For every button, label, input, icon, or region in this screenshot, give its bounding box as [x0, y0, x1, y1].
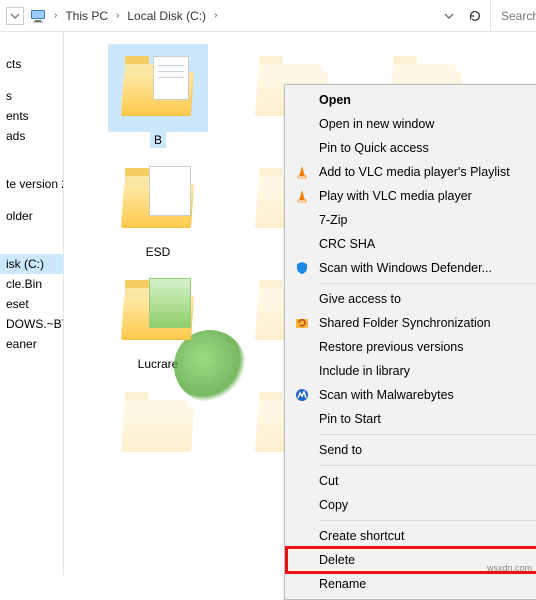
- menu-item-copy[interactable]: Copy: [287, 493, 536, 517]
- navigation-pane[interactable]: cts s ents ads te version 2 older isk (C…: [0, 32, 64, 575]
- menu-item-pin-quick-access[interactable]: Pin to Quick access: [287, 136, 536, 160]
- menu-item-cut[interactable]: Cut: [287, 469, 536, 493]
- menu-item-vlc-add-playlist[interactable]: Add to VLC media player's Playlist: [287, 160, 536, 184]
- folder-view[interactable]: B and s ESD: [64, 32, 536, 575]
- menu-separator: [319, 434, 536, 435]
- watermark-text: wsxdn.com: [487, 563, 532, 573]
- menu-item-crc-sha[interactable]: CRC SHA▶: [287, 232, 536, 256]
- folder-label: B: [150, 132, 166, 148]
- menu-item-send-to[interactable]: Send to▶: [287, 438, 536, 462]
- folder-icon: [121, 172, 195, 228]
- chevron-right-icon[interactable]: ›: [210, 10, 221, 21]
- breadcrumb-this-pc[interactable]: This PC: [61, 5, 112, 27]
- menu-separator: [319, 465, 536, 466]
- menu-item-7zip[interactable]: 7-Zip▶: [287, 208, 536, 232]
- folder-icon: [121, 60, 195, 116]
- menu-item-open[interactable]: Open: [287, 88, 536, 112]
- folder-icon: [121, 396, 195, 452]
- vlc-icon: [293, 163, 311, 181]
- chevron-right-icon[interactable]: ›: [112, 10, 123, 21]
- sidebar-item[interactable]: DOWS.~BT: [0, 314, 63, 334]
- address-history-dropdown[interactable]: [438, 7, 460, 25]
- menu-separator: [319, 520, 536, 521]
- folder-item-B[interactable]: B: [108, 44, 208, 148]
- folder-item-ESD[interactable]: ESD: [108, 156, 208, 260]
- context-menu: Open Open in new window Pin to Quick acc…: [284, 84, 536, 600]
- breadcrumb-local-disk[interactable]: Local Disk (C:): [123, 5, 210, 27]
- malwarebytes-icon: [293, 386, 311, 404]
- this-pc-icon: [30, 8, 46, 24]
- sidebar-item[interactable]: ads: [0, 126, 63, 146]
- menu-item-include-library[interactable]: Include in library▶: [287, 359, 536, 383]
- sidebar-item[interactable]: cle.Bin: [0, 274, 63, 294]
- sidebar-item[interactable]: te version 2: [0, 174, 63, 194]
- sidebar-item[interactable]: cts: [0, 54, 63, 74]
- menu-item-open-new-window[interactable]: Open in new window: [287, 112, 536, 136]
- menu-item-malwarebytes[interactable]: Scan with Malwarebytes: [287, 383, 536, 407]
- menu-item-create-shortcut[interactable]: Create shortcut: [287, 524, 536, 548]
- menu-item-pin-start[interactable]: Pin to Start: [287, 407, 536, 431]
- chevron-right-icon[interactable]: ›: [50, 10, 61, 21]
- search-input[interactable]: Search: [490, 0, 536, 31]
- menu-item-vlc-play[interactable]: Play with VLC media player: [287, 184, 536, 208]
- folder-label: ESD: [142, 244, 175, 260]
- history-dropdown[interactable]: [6, 7, 24, 25]
- vlc-icon: [293, 187, 311, 205]
- menu-item-restore-previous[interactable]: Restore previous versions: [287, 335, 536, 359]
- sidebar-item[interactable]: eset: [0, 294, 63, 314]
- menu-separator: [319, 283, 536, 284]
- menu-item-give-access[interactable]: Give access to▶: [287, 287, 536, 311]
- address-bar: › This PC › Local Disk (C:) › Search: [0, 0, 536, 32]
- sidebar-item-local-disk[interactable]: isk (C:): [0, 254, 63, 274]
- menu-item-rename[interactable]: Rename: [287, 572, 536, 596]
- menu-item-shared-folder-sync[interactable]: Shared Folder Synchronization▶: [287, 311, 536, 335]
- sidebar-item[interactable]: older: [0, 206, 63, 226]
- folder-item[interactable]: [108, 380, 208, 484]
- sidebar-item[interactable]: eaner: [0, 334, 63, 354]
- sync-icon: [293, 314, 311, 332]
- shield-icon: [293, 259, 311, 277]
- menu-item-windows-defender[interactable]: Scan with Windows Defender...: [287, 256, 536, 280]
- folder-icon: [121, 284, 195, 340]
- sidebar-item[interactable]: ents: [0, 106, 63, 126]
- sidebar-item[interactable]: s: [0, 86, 63, 106]
- refresh-button[interactable]: [460, 5, 490, 27]
